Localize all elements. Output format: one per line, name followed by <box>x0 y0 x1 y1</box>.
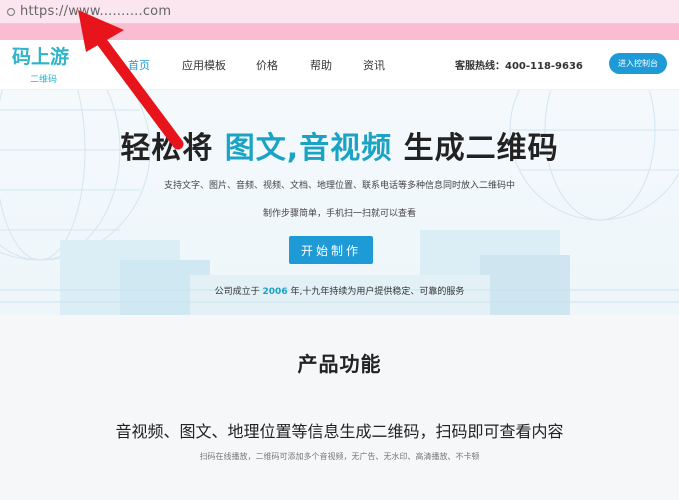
start-making-button[interactable]: 开始制作 <box>289 236 373 264</box>
nav-templates[interactable]: 应用模板 <box>182 57 226 73</box>
hero-section: 轻松将 图文,音视频 生成二维码 支持文字、图片、音频、视频、文档、地理位置、联… <box>0 90 679 315</box>
site-logo[interactable]: 码上游 二维码 <box>12 42 74 88</box>
service-hotline: 客服热线：400-118-9636 <box>455 61 583 72</box>
nav-home[interactable]: 首页 <box>128 57 150 73</box>
hero-subtitle-features: 支持文字、图片、音频、视频、文档、地理位置、联系电话等多种信息同时放入二维码中 <box>163 181 515 191</box>
products-subtitle: 音视频、图文、地理位置等信息生成二维码，扫码即可查看内容 <box>115 422 564 441</box>
logo-sub-text: 二维码 <box>30 75 58 85</box>
nav-pricing[interactable]: 价格 <box>256 57 278 73</box>
hero-title: 轻松将 图文,音视频 生成二维码 <box>0 123 679 167</box>
browser-url-bar[interactable]: https://www..........com <box>0 0 679 24</box>
hero-title-pre: 轻松将 <box>120 131 225 166</box>
founded-pre: 公司成立于 <box>214 287 263 297</box>
founded-statement: 公司成立于 2006 年,十九年持续为用户提供稳定、可靠的服务 <box>0 284 679 297</box>
nav-help[interactable]: 帮助 <box>310 57 332 73</box>
hero-subtitle-steps: 制作步骤简单，手机扫一扫就可以查看 <box>262 209 416 219</box>
products-section: 产品功能 音视频、图文、地理位置等信息生成二维码，扫码即可查看内容 扫码在线播放… <box>0 315 679 500</box>
products-title: 产品功能 <box>297 352 382 376</box>
enter-console-button[interactable]: 进入控制台 <box>609 53 667 74</box>
browser-tab-strip <box>0 24 679 40</box>
site-header: 码上游 二维码 首页 应用模板 价格 帮助 资讯 客服热线：400-118-96… <box>0 40 679 90</box>
nav-news[interactable]: 资讯 <box>363 57 385 73</box>
url-text[interactable]: https://www..........com <box>20 4 171 19</box>
products-description: 扫码在线播放，二维码可添加多个音视频，无广告、无水印、高清播放、不卡顿 <box>199 452 480 461</box>
hero-title-highlight: 图文,音视频 <box>224 131 393 166</box>
founded-year: 2006 <box>262 287 288 297</box>
lock-icon <box>6 7 16 16</box>
logo-main-text: 码上游 <box>12 46 70 68</box>
hero-title-post: 生成二维码 <box>392 131 559 166</box>
founded-post: 年,十九年持续为用户提供稳定、可靠的服务 <box>287 287 465 297</box>
